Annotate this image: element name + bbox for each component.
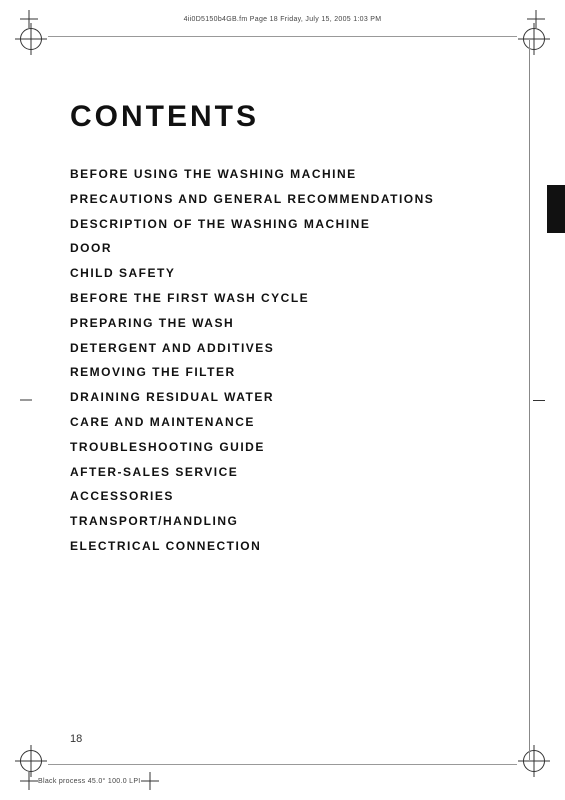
footer-text: Black process 45.0° 100.0 LPI <box>38 778 141 785</box>
top-horizontal-rule <box>48 36 517 37</box>
bottom-horizontal-rule <box>48 764 517 765</box>
top-bar: 4ii0D5150b4GB.fm Page 18 Friday, July 15… <box>0 8 565 30</box>
top-left-crosshair <box>20 10 38 28</box>
toc-item: DETERGENT AND ADDITIVES <box>70 340 505 357</box>
toc-item: ACCESSORIES <box>70 488 505 505</box>
corner-mark-top-left <box>20 28 42 50</box>
page-container: 4ii0D5150b4GB.fm Page 18 Friday, July 15… <box>0 0 565 800</box>
toc-item: REMOVING THE FILTER <box>70 364 505 381</box>
main-content: CONTENTS BEFORE USING THE WASHING MACHIN… <box>70 100 505 563</box>
corner-mark-bottom-left <box>20 750 42 772</box>
toc-item: DESCRIPTION OF THE WASHING MACHINE <box>70 216 505 233</box>
bottom-bar: Black process 45.0° 100.0 LPI <box>0 770 565 792</box>
toc-item: CHILD SAFETY <box>70 265 505 282</box>
right-vertical-line <box>529 40 530 760</box>
file-info-text: 4ii0D5150b4GB.fm Page 18 Friday, July 15… <box>38 16 527 23</box>
toc-item: AFTER-SALES SERVICE <box>70 464 505 481</box>
toc-item: CARE AND MAINTENANCE <box>70 414 505 431</box>
toc-item: ELECTRICAL CONNECTION <box>70 538 505 555</box>
toc-item: TROUBLESHOOTING GUIDE <box>70 439 505 456</box>
toc-item: BEFORE THE FIRST WASH CYCLE <box>70 290 505 307</box>
toc-item: PREPARING THE WASH <box>70 315 505 332</box>
toc-item: DOOR <box>70 240 505 257</box>
side-tick-right <box>533 400 545 401</box>
bottom-right-crosshair <box>141 772 159 790</box>
corner-mark-bottom-right <box>523 750 545 772</box>
right-register-mark <box>547 185 565 233</box>
page-number: 18 <box>70 733 82 745</box>
side-tick-left <box>20 400 32 401</box>
toc-item: TRANSPORT/HANDLING <box>70 513 505 530</box>
top-right-crosshair <box>527 10 545 28</box>
toc-item: BEFORE USING THE WASHING MACHINE <box>70 166 505 183</box>
corner-mark-top-right <box>523 28 545 50</box>
bottom-left-crosshair <box>20 772 38 790</box>
page-title: CONTENTS <box>70 100 505 134</box>
toc-item: PRECAUTIONS AND GENERAL RECOMMENDATIONS <box>70 191 505 208</box>
toc-list: BEFORE USING THE WASHING MACHINE PRECAUTI… <box>70 166 505 555</box>
toc-item: DRAINING RESIDUAL WATER <box>70 389 505 406</box>
